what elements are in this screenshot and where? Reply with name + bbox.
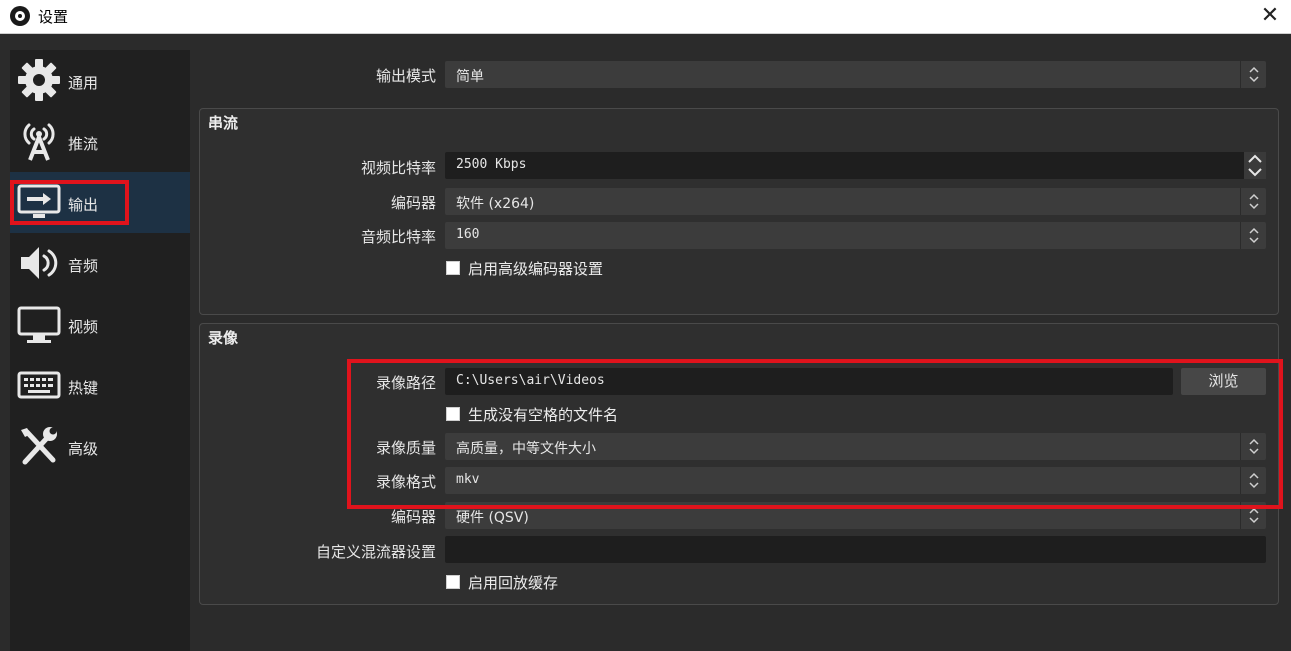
recording-path-input[interactable]: C:\Users\air\Videos: [445, 368, 1173, 395]
obs-logo-icon: [10, 6, 30, 26]
video-bitrate-label: 视频比特率: [360, 159, 436, 177]
recording-encoder-label: 编码器: [390, 508, 436, 526]
sidebar-item-label: 热键: [68, 379, 99, 397]
advanced-encoder-checkbox[interactable]: 启用高级编码器设置: [446, 258, 746, 280]
muxer-settings-input[interactable]: [445, 536, 1266, 563]
replay-buffer-checkbox[interactable]: 启用回放缓存: [446, 572, 746, 594]
sidebar-item-audio[interactable]: 音频: [10, 233, 190, 294]
replay-buffer-label: 启用回放缓存: [468, 574, 559, 592]
settings-sidebar: 通用 推流 输出 音频 视频 热键 高级: [10, 50, 190, 651]
checkbox-box[interactable]: [446, 575, 460, 589]
muxer-settings-label: 自定义混流器设置: [315, 543, 436, 561]
recording-encoder-dropdown[interactable]: 硬件 (QSV): [445, 502, 1266, 529]
streaming-group-title: 串流: [208, 114, 239, 132]
audio-bitrate-label: 音频比特率: [360, 228, 436, 246]
recording-path-value: C:\Users\air\Videos: [456, 373, 605, 388]
gear-icon: [17, 58, 61, 102]
updown-chevron-icon: [1240, 467, 1266, 494]
speaker-icon: [17, 241, 61, 285]
output-mode-value: 简单: [456, 69, 484, 85]
sidebar-item-general[interactable]: 通用: [10, 50, 190, 111]
checkbox-box[interactable]: [446, 407, 460, 421]
stream-encoder-dropdown[interactable]: 软件 (x264): [445, 188, 1266, 215]
updown-chevron-icon: [1240, 188, 1266, 215]
sidebar-item-label: 视频: [68, 318, 99, 336]
sidebar-item-stream[interactable]: 推流: [10, 111, 190, 172]
no-space-filename-checkbox[interactable]: 生成没有空格的文件名: [446, 404, 746, 426]
sidebar-item-video[interactable]: 视频: [10, 294, 190, 355]
recording-quality-value: 高质量，中等文件大小: [456, 441, 596, 457]
sidebar-item-output[interactable]: 输出: [10, 172, 190, 233]
stream-encoder-label: 编码器: [390, 194, 436, 212]
video-bitrate-value: 2500 Kbps: [456, 157, 527, 172]
updown-chevron-icon: [1240, 61, 1266, 88]
close-button[interactable]: ✕: [1255, 2, 1285, 30]
title-bar: 设置 ✕: [0, 0, 1291, 34]
sidebar-item-label: 输出: [68, 196, 99, 214]
output-mode-label: 输出模式: [375, 67, 436, 85]
recording-quality-label: 录像质量: [375, 439, 436, 457]
recording-format-dropdown[interactable]: mkv: [445, 467, 1266, 494]
recording-format-label: 录像格式: [375, 473, 436, 491]
recording-encoder-value: 硬件 (QSV): [456, 510, 529, 526]
audio-bitrate-value: 160: [456, 227, 480, 242]
audio-bitrate-dropdown[interactable]: 160: [445, 222, 1266, 249]
browse-button[interactable]: 浏览: [1181, 368, 1266, 395]
recording-format-value: mkv: [456, 472, 480, 487]
updown-chevron-icon: [1240, 222, 1266, 249]
sidebar-item-label: 高级: [68, 440, 99, 458]
output-monitor-icon: [17, 180, 61, 224]
broadcast-antenna-icon: [17, 119, 61, 163]
updown-chevron-icon: [1240, 502, 1266, 529]
video-bitrate-spinbox[interactable]: 2500 Kbps: [445, 152, 1266, 179]
recording-quality-dropdown[interactable]: 高质量，中等文件大小: [445, 433, 1266, 460]
stream-encoder-value: 软件 (x264): [456, 196, 535, 212]
recording-path-label: 录像路径: [375, 374, 436, 392]
window-title: 设置: [38, 8, 69, 26]
sidebar-item-label: 音频: [68, 257, 99, 275]
sidebar-item-label: 推流: [68, 135, 99, 153]
sidebar-item-advanced[interactable]: 高级: [10, 416, 190, 477]
output-mode-dropdown[interactable]: 简单: [445, 61, 1266, 88]
tools-icon: [17, 424, 61, 468]
sidebar-item-label: 通用: [68, 74, 99, 92]
sidebar-item-hotkeys[interactable]: 热键: [10, 355, 190, 416]
keyboard-icon: [17, 363, 61, 407]
no-space-filename-label: 生成没有空格的文件名: [468, 406, 619, 424]
recording-group-title: 录像: [208, 329, 239, 347]
monitor-icon: [17, 302, 61, 346]
advanced-encoder-label: 启用高级编码器设置: [468, 260, 604, 278]
updown-chevron-icon: [1240, 433, 1266, 460]
spin-arrows-icon[interactable]: [1244, 152, 1266, 179]
checkbox-box[interactable]: [446, 261, 460, 275]
